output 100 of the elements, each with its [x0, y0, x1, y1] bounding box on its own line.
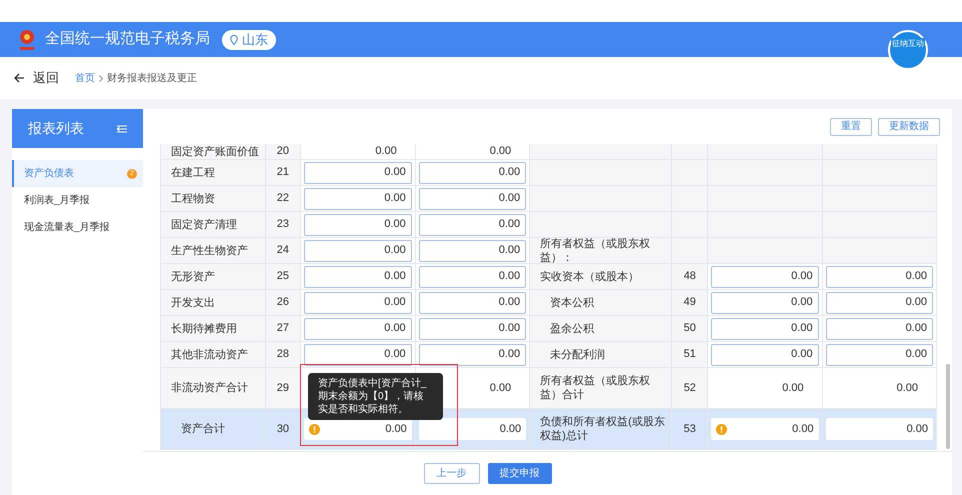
- amount-value: 0.00: [498, 269, 520, 284]
- item-label: 实收资本（或股本）: [540, 270, 640, 284]
- item-label: 固定资产账面价值: [171, 144, 259, 158]
- amount-text: 0.00: [375, 144, 398, 160]
- amount-value: 0.00: [383, 217, 406, 232]
- amount-input[interactable]: 0.00: [826, 418, 933, 440]
- amount-value: 0.00: [498, 295, 520, 310]
- line-number: 21: [276, 165, 290, 180]
- assistant-avatar[interactable]: 征纳互动: [888, 30, 928, 70]
- back-button[interactable]: 返回: [14, 68, 59, 88]
- amount-value: 0.00: [904, 295, 927, 310]
- amount-input[interactable]: 0.00: [418, 162, 526, 184]
- line-number: 20: [276, 144, 290, 160]
- amount-input[interactable]: 0.00: [711, 344, 819, 366]
- item-label: 所有者权益（或股东权益）：: [540, 236, 652, 264]
- amount-value: 0.00: [790, 321, 813, 336]
- line-number: 49: [684, 295, 696, 310]
- amount-value: 0.00: [904, 321, 927, 336]
- line-number: 22: [276, 191, 290, 206]
- line-number: 25: [276, 269, 290, 284]
- amount-value: 0.00: [498, 243, 520, 258]
- assistant-label: 征纳互动: [891, 38, 925, 50]
- previous-button[interactable]: 上一步: [424, 463, 480, 484]
- item-label: 无形资产: [171, 270, 215, 284]
- amount-value: 0.00: [383, 321, 406, 336]
- item-label: 其他非流动资产: [171, 348, 248, 362]
- amount-value: 0.00: [790, 347, 813, 362]
- submit-button[interactable]: 提交申报: [488, 463, 552, 484]
- amount-value: 0.00: [904, 347, 927, 362]
- amount-input[interactable]: 0.00: [826, 292, 933, 314]
- amount-input[interactable]: 0.00: [826, 318, 933, 340]
- sidebar-item[interactable]: 现金流量表_月季报: [12, 214, 143, 241]
- amount-input[interactable]: 0.00: [304, 318, 412, 340]
- amount-input[interactable]: 0.00: [418, 344, 526, 366]
- amount-value: 0.00: [383, 295, 406, 310]
- amount-value: 0.00: [383, 191, 406, 206]
- amount-input[interactable]: 0.00: [304, 418, 412, 440]
- item-label: 生产性生物资产: [171, 244, 248, 258]
- amount-input[interactable]: 0.00: [304, 214, 412, 236]
- sidebar-item[interactable]: 利润表_月季报: [12, 187, 143, 214]
- line-number: 28: [276, 347, 290, 362]
- amount-input[interactable]: 0.00: [711, 318, 819, 340]
- item-label: 开发支出: [171, 296, 215, 310]
- amount-value: 0.00: [498, 321, 520, 336]
- item-label: 资本公积: [550, 296, 594, 310]
- amount-input[interactable]: 0.00: [418, 292, 526, 314]
- site-title: 全国统一规范电子税务局: [45, 29, 210, 50]
- amount-value: 0.00: [790, 269, 813, 284]
- line-number: 27: [276, 321, 290, 336]
- item-label: 在建工程: [171, 166, 215, 180]
- item-label: 资产合计: [181, 422, 225, 436]
- region-selector[interactable]: 山东: [222, 30, 276, 50]
- amount-value: 0.00: [498, 191, 520, 206]
- amount-input[interactable]: 0.00: [418, 318, 526, 340]
- amount-input[interactable]: 0.00: [304, 266, 412, 288]
- amount-input[interactable]: 0.00: [418, 266, 526, 288]
- amount-value: 0.00: [498, 347, 520, 362]
- item-label: 所有者权益（或股东权益）合计: [540, 374, 652, 402]
- emblem-icon: [17, 28, 37, 52]
- left-arrow-icon: [14, 73, 25, 83]
- line-number: 52: [684, 380, 696, 396]
- amount-value: 0.00: [790, 295, 813, 310]
- item-label: 非流动资产合计: [171, 381, 248, 395]
- item-label: 长期待摊费用: [171, 322, 237, 336]
- amount-input[interactable]: 0.00: [711, 292, 819, 314]
- breadcrumb-current: 财务报表报送及更正: [107, 72, 197, 86]
- amount-value: 0.00: [384, 422, 407, 437]
- amount-input[interactable]: 0.00: [711, 418, 819, 440]
- chevron-right-icon: [99, 74, 103, 82]
- amount-value: 0.00: [383, 269, 406, 284]
- item-label: 固定资产清理: [171, 218, 237, 232]
- breadcrumb-link[interactable]: 首页: [75, 70, 95, 86]
- amount-input[interactable]: 0.00: [826, 344, 933, 366]
- amount-input[interactable]: 0.00: [418, 418, 526, 440]
- collapse-icon[interactable]: [117, 124, 127, 132]
- line-number: 48: [684, 269, 696, 284]
- amount-input[interactable]: 0.00: [304, 240, 412, 262]
- toolbar-button[interactable]: 重置: [830, 118, 872, 136]
- toolbar-button[interactable]: 更新数据: [878, 118, 940, 136]
- amount-input[interactable]: 0.00: [304, 188, 412, 210]
- amount-value: 0.00: [383, 243, 406, 258]
- amount-input[interactable]: 0.00: [304, 292, 412, 314]
- amount-value: 0.00: [904, 269, 928, 284]
- amount-value: 0.00: [383, 165, 406, 180]
- item-label: 未分配利润: [550, 348, 606, 362]
- amount-input[interactable]: 0.00: [418, 214, 526, 236]
- amount-input[interactable]: 0.00: [826, 266, 934, 288]
- amount-input[interactable]: 0.00: [418, 188, 526, 210]
- amount-input[interactable]: 0.00: [418, 240, 526, 262]
- amount-input[interactable]: 0.00: [304, 162, 412, 184]
- line-number: 53: [684, 422, 696, 437]
- amount-value: 0.00: [498, 165, 520, 180]
- amount-value: 0.00: [906, 422, 928, 437]
- amount-input[interactable]: 0.00: [304, 344, 412, 366]
- line-number: 30: [276, 422, 290, 437]
- amount-value: 0.00: [498, 217, 520, 232]
- sidebar-title: 报表列表: [28, 119, 84, 138]
- item-label: 盈余公积: [550, 322, 594, 336]
- amount-input[interactable]: 0.00: [711, 266, 819, 288]
- amount-text: 0.00: [490, 380, 512, 396]
